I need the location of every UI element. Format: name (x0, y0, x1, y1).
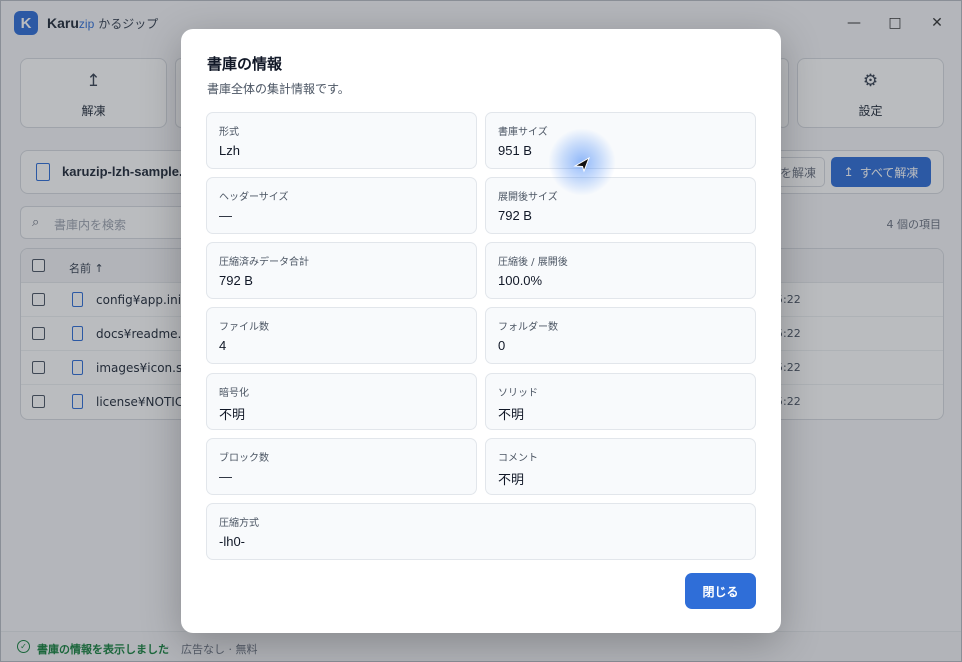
field-label: ヘッダーサイズ (219, 192, 289, 203)
field-label: ソリッド (498, 388, 538, 399)
archive-info-dialog: 書庫の情報 書庫全体の集計情報です。 形式 Lzh 書庫サイズ 951 B ヘッ… (181, 29, 781, 633)
field-label: コメント (498, 453, 538, 464)
field-label: 書庫サイズ (498, 127, 548, 138)
info-field-solid: ソリッド 不明 (485, 373, 756, 430)
field-value: 951 B (498, 143, 532, 158)
info-field-encryption: 暗号化 不明 (206, 373, 477, 430)
field-value: 100.0% (498, 273, 543, 288)
field-value: 792 B (498, 208, 532, 223)
field-label: ブロック数 (219, 453, 269, 464)
mouse-cursor-icon (573, 156, 590, 173)
dialog-title: 書庫の情報 (207, 55, 283, 73)
field-label: 圧縮方式 (219, 518, 259, 529)
field-value: 不明 (219, 407, 246, 422)
field-label: 暗号化 (219, 388, 249, 399)
field-label: 圧縮後 / 展開後 (498, 257, 568, 268)
field-value: Lzh (219, 143, 240, 158)
field-value: — (219, 208, 232, 223)
field-label: フォルダー数 (498, 322, 558, 333)
info-field-compressed-total: 圧縮済みデータ合計 792 B (206, 242, 477, 299)
dialog-description: 書庫全体の集計情報です。 (207, 82, 350, 96)
info-field-ratio: 圧縮後 / 展開後 100.0% (485, 242, 756, 299)
close-dialog-button[interactable]: 閉じる (685, 573, 756, 609)
field-label: 展開後サイズ (498, 192, 558, 203)
info-field-file-count: ファイル数 4 (206, 307, 477, 364)
info-field-unpacked-size: 展開後サイズ 792 B (485, 177, 756, 234)
field-value: 792 B (219, 273, 253, 288)
field-label: 形式 (219, 127, 239, 138)
info-field-compression-method: 圧縮方式 -lh0- (206, 503, 756, 560)
info-field-block-count: ブロック数 — (206, 438, 477, 495)
info-field-comment: コメント 不明 (485, 438, 756, 495)
field-value: -lh0- (219, 534, 246, 549)
field-label: 圧縮済みデータ合計 (219, 257, 309, 268)
info-field-format: 形式 Lzh (206, 112, 477, 169)
info-field-header-size: ヘッダーサイズ — (206, 177, 477, 234)
info-field-folder-count: フォルダー数 0 (485, 307, 756, 364)
field-value: 4 (219, 338, 227, 353)
field-value: 0 (498, 338, 506, 353)
field-value: — (219, 469, 232, 484)
field-value: 不明 (498, 407, 525, 422)
field-label: ファイル数 (219, 322, 269, 333)
info-field-archive-size: 書庫サイズ 951 B (485, 112, 756, 169)
field-value: 不明 (498, 472, 525, 487)
